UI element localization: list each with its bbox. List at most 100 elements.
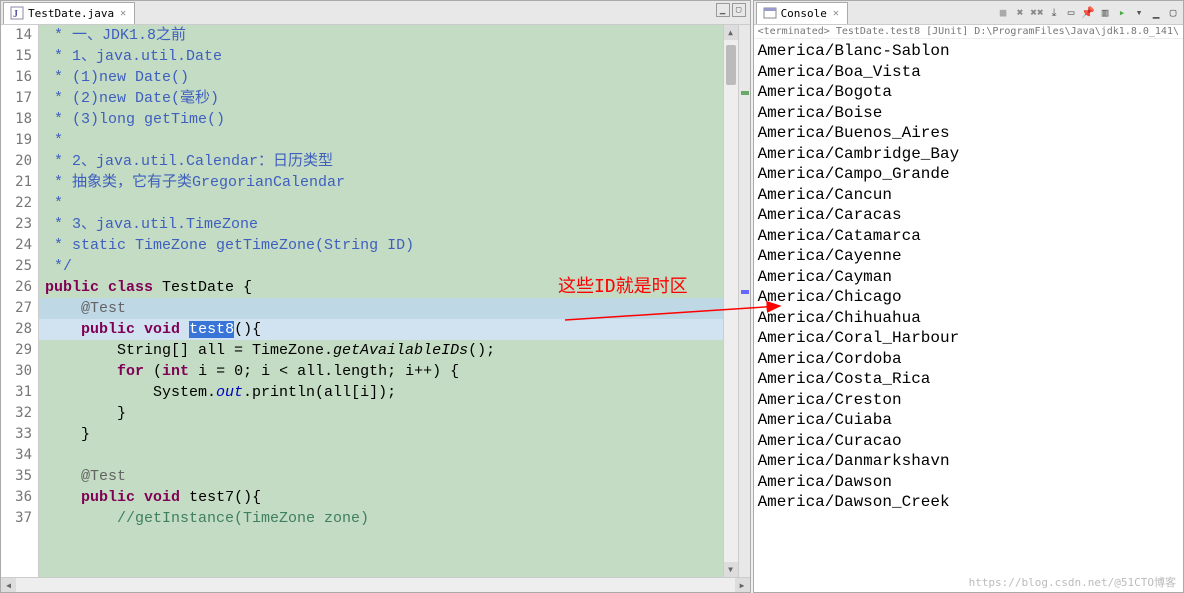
code-line[interactable]: * 3、java.util.TimeZone [39, 214, 723, 235]
line-number: 24 [1, 235, 32, 256]
scroll-lock-icon[interactable]: ⤓ [1046, 5, 1062, 21]
code-line[interactable]: public class TestDate { [39, 277, 723, 298]
line-number: 32 [1, 403, 32, 424]
dropdown-icon[interactable]: ▾ [1131, 5, 1147, 21]
console-pane: Console ✕ ■ ✖ ✖✖ ⤓ ▭ 📌 ▥ ▸ ▾ ▁ ▢ <termin… [753, 0, 1184, 593]
line-number: 16 [1, 67, 32, 88]
marker [741, 91, 749, 95]
line-number: 19 [1, 130, 32, 151]
console-line: America/Chihuahua [758, 308, 1179, 329]
code-line[interactable]: public void test8(){ [39, 319, 723, 340]
line-number: 31 [1, 382, 32, 403]
line-number: 15 [1, 46, 32, 67]
terminate-icon[interactable]: ■ [995, 5, 1011, 21]
code-area[interactable]: * 一、JDK1.8之前 * 1、java.util.Date * (1)new… [39, 25, 723, 577]
console-status: <terminated> TestDate.test8 [JUnit] D:\P… [754, 25, 1183, 39]
console-line: America/Catamarca [758, 226, 1179, 247]
code-line[interactable]: * [39, 130, 723, 151]
line-number: 17 [1, 88, 32, 109]
min-icon[interactable]: ▁ [1148, 5, 1164, 21]
line-number: 28 [1, 319, 32, 340]
maximize-icon[interactable]: ▢ [732, 3, 746, 17]
console-line: America/Caracas [758, 205, 1179, 226]
code-line[interactable]: } [39, 424, 723, 445]
marker-bar [738, 25, 750, 577]
code-line[interactable]: * 一、JDK1.8之前 [39, 25, 723, 46]
svg-text:J: J [13, 9, 18, 20]
code-line[interactable]: for (int i = 0; i < all.length; i++) { [39, 361, 723, 382]
console-line: America/Buenos_Aires [758, 123, 1179, 144]
editor-tab-label: TestDate.java [28, 7, 114, 20]
console-tab-bar: Console ✕ ■ ✖ ✖✖ ⤓ ▭ 📌 ▥ ▸ ▾ ▁ ▢ [754, 1, 1183, 25]
clear-console-icon[interactable]: ▭ [1063, 5, 1079, 21]
console-output[interactable]: America/Blanc-SablonAmerica/Boa_VistaAme… [754, 39, 1183, 592]
code-line[interactable]: * 抽象类，它有子类GregorianCalendar [39, 172, 723, 193]
code-line[interactable]: public void test7(){ [39, 487, 723, 508]
code-line[interactable]: * [39, 193, 723, 214]
line-number: 33 [1, 424, 32, 445]
line-number: 18 [1, 109, 32, 130]
console-line: America/Blanc-Sablon [758, 41, 1179, 62]
console-line: America/Bogota [758, 82, 1179, 103]
vertical-scrollbar[interactable]: ▲ ▼ [723, 25, 738, 577]
console-line: America/Dawson [758, 472, 1179, 493]
marker [741, 290, 749, 294]
console-line: America/Danmarkshavn [758, 451, 1179, 472]
line-number: 37 [1, 508, 32, 529]
line-number: 14 [1, 25, 32, 46]
horizontal-scrollbar[interactable]: ◀ ▶ [1, 577, 750, 592]
code-line[interactable]: */ [39, 256, 723, 277]
console-tab[interactable]: Console ✕ [756, 2, 848, 24]
line-number: 34 [1, 445, 32, 466]
scroll-up-arrow[interactable]: ▲ [724, 25, 738, 40]
code-line[interactable]: * (2)new Date(毫秒) [39, 88, 723, 109]
line-number: 20 [1, 151, 32, 172]
close-icon[interactable]: ✕ [831, 8, 841, 19]
editor-body[interactable]: 1415161718192021222324252627282930313233… [1, 25, 750, 577]
pin-console-icon[interactable]: 📌 [1080, 5, 1096, 21]
line-gutter: 1415161718192021222324252627282930313233… [1, 25, 39, 577]
scroll-thumb[interactable] [726, 45, 736, 85]
line-number: 26 [1, 277, 32, 298]
console-line: America/Campo_Grande [758, 164, 1179, 185]
console-line: America/Cancun [758, 185, 1179, 206]
max-icon[interactable]: ▢ [1165, 5, 1181, 21]
console-line: America/Chicago [758, 287, 1179, 308]
console-tab-label: Console [781, 7, 827, 20]
console-line: America/Cayman [758, 267, 1179, 288]
editor-tab[interactable]: J TestDate.java ✕ [3, 2, 135, 24]
scroll-down-arrow[interactable]: ▼ [724, 562, 738, 577]
code-line[interactable]: * static TimeZone getTimeZone(String ID) [39, 235, 723, 256]
line-number: 21 [1, 172, 32, 193]
code-line[interactable] [39, 445, 723, 466]
code-line[interactable]: //getInstance(TimeZone zone) [39, 508, 723, 529]
scroll-left-arrow[interactable]: ◀ [1, 578, 16, 592]
minimize-icon[interactable]: ▁ [716, 3, 730, 17]
code-line[interactable]: * 1、java.util.Date [39, 46, 723, 67]
scroll-right-arrow[interactable]: ▶ [735, 578, 750, 592]
line-number: 29 [1, 340, 32, 361]
java-file-icon: J [10, 6, 24, 20]
code-line[interactable]: String[] all = TimeZone.getAvailableIDs(… [39, 340, 723, 361]
code-line[interactable]: * (1)new Date() [39, 67, 723, 88]
code-line[interactable]: * (3)long getTime() [39, 109, 723, 130]
line-number: 23 [1, 214, 32, 235]
code-line[interactable]: * 2、java.util.Calendar：日历类型 [39, 151, 723, 172]
code-line[interactable]: System.out.println(all[i]); [39, 382, 723, 403]
console-line: America/Dawson_Creek [758, 492, 1179, 513]
open-console-icon[interactable]: ▸ [1114, 5, 1130, 21]
console-icon [763, 6, 777, 20]
code-line[interactable]: @Test [39, 466, 723, 487]
console-line: America/Boise [758, 103, 1179, 124]
line-number: 30 [1, 361, 32, 382]
remove-all-icon[interactable]: ✖✖ [1029, 5, 1045, 21]
code-line[interactable]: @Test [39, 298, 723, 319]
line-number: 36 [1, 487, 32, 508]
display-console-icon[interactable]: ▥ [1097, 5, 1113, 21]
watermark: https://blog.csdn.net/@51CTO博客 [969, 574, 1176, 590]
console-line: America/Cuiaba [758, 410, 1179, 431]
close-icon[interactable]: ✕ [118, 8, 128, 19]
console-line: America/Cayenne [758, 246, 1179, 267]
code-line[interactable]: } [39, 403, 723, 424]
remove-launch-icon[interactable]: ✖ [1012, 5, 1028, 21]
